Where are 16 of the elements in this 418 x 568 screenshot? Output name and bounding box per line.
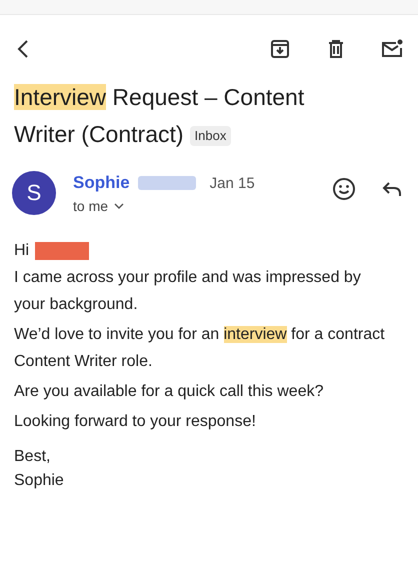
greeting-text: Hi — [14, 241, 30, 261]
chevron-icon[interactable] — [114, 203, 124, 209]
email-date: Jan 15 — [210, 174, 255, 192]
archive-icon[interactable] — [268, 37, 292, 61]
sender-name: Sophie — [73, 173, 130, 193]
signoff-line: Best, — [14, 448, 50, 465]
body-paragraph: Looking forward to your response! — [14, 412, 257, 432]
signoff-line: Sophie — [14, 472, 64, 489]
email-subject: Interview Request – Content Writer (Contract) Inbox — [13, 83, 306, 149]
emoji-button[interactable] — [332, 177, 356, 201]
inbox-label[interactable]: Inbox — [190, 126, 232, 146]
body-paragraph: We’d love to invite you for an interview for a contract Content Writer role. — [14, 325, 386, 372]
recipient-text[interactable]: to me — [73, 198, 108, 214]
body-paragraph: I came across your profile and was impressed by your background. — [14, 268, 362, 315]
sender-avatar[interactable]: S — [12, 171, 56, 215]
body-paragraph: Are you available for a quick call this week? — [14, 382, 324, 402]
